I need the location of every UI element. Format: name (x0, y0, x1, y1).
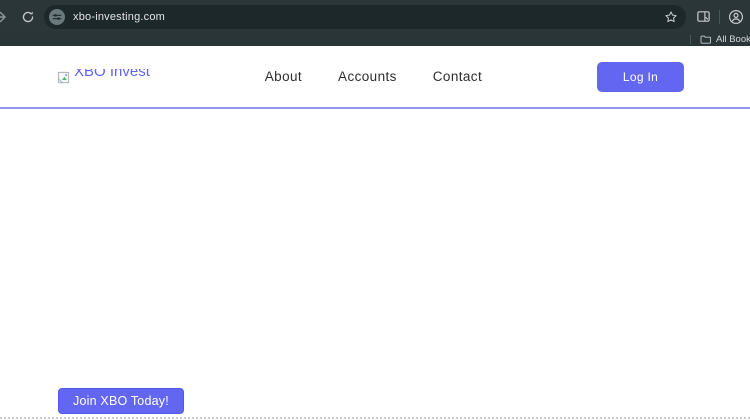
side-panel-icon (697, 11, 710, 22)
broken-image-icon (57, 71, 70, 84)
login-button[interactable]: Log In (597, 61, 684, 92)
reload-icon (22, 11, 34, 22)
browser-chrome: xbo-investing.com All Book (0, 0, 750, 46)
forward-button[interactable] (0, 9, 8, 25)
url-text: xbo-investing.com (73, 10, 166, 23)
site-info-button[interactable] (49, 8, 65, 25)
forward-arrow-icon (0, 11, 6, 22)
tune-icon (52, 13, 62, 20)
toolbar-separator (719, 9, 720, 24)
site-logo-alt-text: XBO Invest (74, 69, 150, 80)
star-icon (665, 10, 677, 22)
site-logo-broken-image[interactable]: XBO Invest (57, 69, 150, 84)
profile-icon (728, 9, 744, 24)
nav-link-contact[interactable]: Contact (433, 69, 482, 84)
main-nav: About Accounts Contact (265, 69, 482, 84)
site-header: XBO Invest About Accounts Contact Log In (0, 46, 750, 109)
page-viewport: XBO Invest About Accounts Contact Log In… (0, 46, 750, 420)
all-bookmarks-button[interactable] (700, 35, 711, 44)
address-bar[interactable]: xbo-investing.com (44, 4, 686, 29)
browser-toolbar: xbo-investing.com (0, 0, 750, 33)
nav-link-about[interactable]: About (265, 69, 302, 84)
all-bookmarks-label[interactable]: All Bookmarks (716, 34, 750, 45)
reload-button[interactable] (20, 9, 36, 25)
bookmarks-separator (690, 35, 691, 44)
folder-icon (700, 35, 711, 44)
nav-link-accounts[interactable]: Accounts (338, 69, 397, 84)
bookmarks-bar: All Bookmarks (0, 33, 750, 46)
side-panel-button[interactable] (696, 9, 711, 24)
profile-button[interactable] (728, 9, 744, 25)
join-cta-button[interactable]: Join XBO Today! (58, 388, 184, 414)
bookmark-star-button[interactable] (664, 10, 678, 24)
section-dotted-divider (0, 417, 750, 419)
